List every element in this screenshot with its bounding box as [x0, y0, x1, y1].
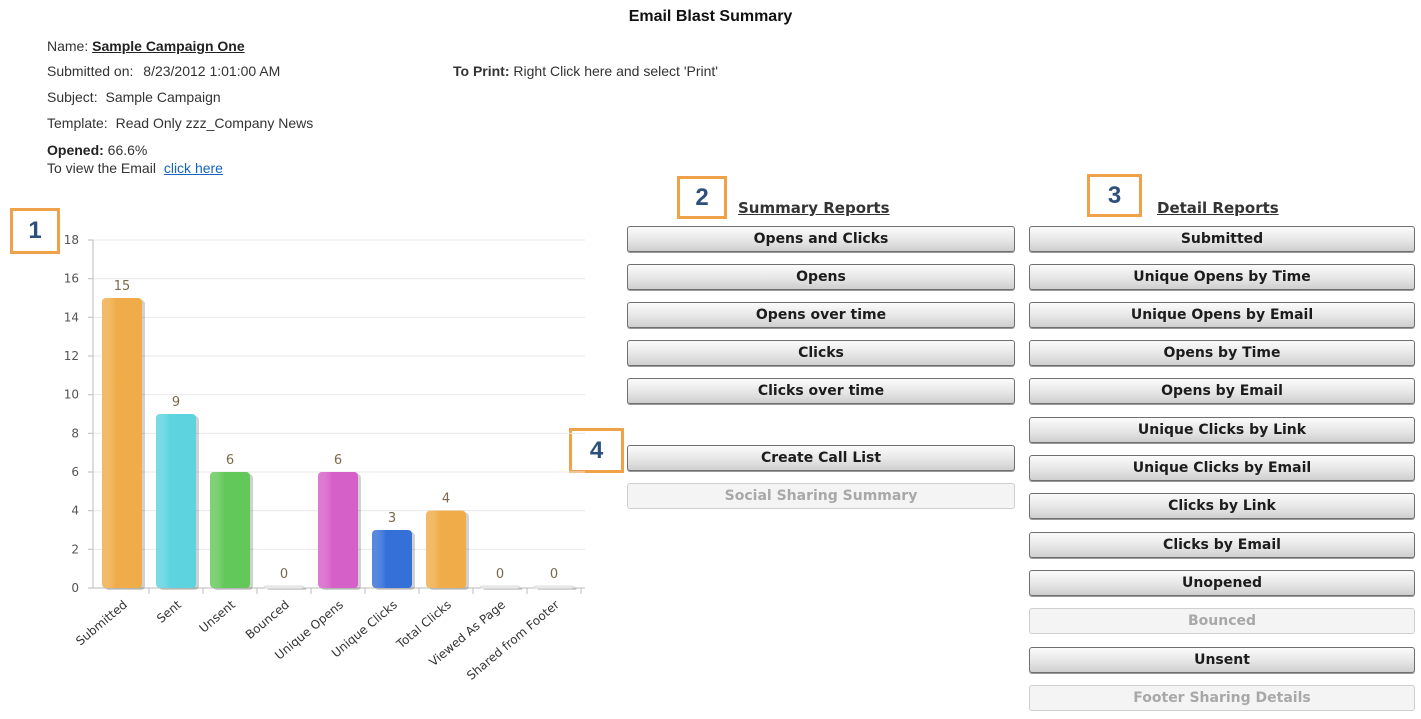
submitted-value: 8/23/2012 1:01:00 AM [143, 63, 281, 79]
bar-chart: 0 2 4 6 8 10 12 14 16 18 15 Submitted 9 Sent 6 Unsent 0 B… [64, 233, 585, 683]
clicks-over-time-button[interactable]: Clicks over time [627, 378, 1015, 404]
data-label: 4 [442, 492, 450, 507]
y-tick-label: 16 [64, 272, 79, 286]
unsent-button[interactable]: Unsent [1029, 647, 1415, 673]
detail-submitted-button[interactable]: Submitted [1029, 226, 1415, 252]
view-email-label: To view the Email [47, 160, 156, 176]
bar-viewed-as-page [479, 585, 521, 589]
opens-over-time-button[interactable]: Opens over time [627, 302, 1015, 328]
opened-row: Opened: 66.6% [47, 142, 147, 158]
print-text: Right Click here and select 'Print' [513, 63, 718, 79]
x-tick-label: Bounced [243, 598, 292, 642]
opened-label: Opened: [47, 142, 104, 158]
x-tick-label: Submitted [73, 598, 130, 649]
x-tick-label: Sent [154, 597, 184, 625]
social-sharing-summary-button: Social Sharing Summary [627, 483, 1015, 509]
y-tick-label: 10 [64, 388, 79, 402]
footer-sharing-details-button: Footer Sharing Details [1029, 685, 1415, 711]
bounced-button: Bounced [1029, 608, 1415, 634]
bar-highlight [210, 472, 250, 588]
subject-label: Subject: [47, 89, 98, 105]
template-row: Template: Read Only zzz_Company News [47, 115, 313, 131]
subject-row: Subject: Sample Campaign [47, 89, 221, 105]
data-label: 0 [550, 567, 558, 582]
y-tick-label: 14 [64, 310, 79, 324]
campaign-name-row: Name: Sample Campaign One [47, 38, 245, 54]
print-label: To Print: [453, 63, 510, 79]
data-label: 0 [496, 567, 504, 582]
campaign-name-link[interactable]: Sample Campaign One [92, 38, 244, 54]
unique-clicks-by-link-button[interactable]: Unique Clicks by Link [1029, 417, 1415, 443]
opened-value: 66.6% [107, 142, 148, 158]
y-tick-label: 12 [64, 349, 79, 363]
clicks-by-link-button[interactable]: Clicks by Link [1029, 493, 1415, 519]
opens-button[interactable]: Opens [627, 264, 1015, 290]
data-label: 9 [172, 395, 180, 410]
y-tick-label: 18 [64, 233, 79, 247]
clicks-by-email-button[interactable]: Clicks by Email [1029, 532, 1415, 558]
data-label: 15 [114, 279, 131, 294]
x-tick-label: Unsent [196, 597, 238, 635]
y-tick-label: 2 [71, 542, 79, 556]
name-label: Name: [47, 38, 89, 54]
data-label: 0 [280, 567, 288, 582]
print-hint[interactable]: To Print: Right Click here and select 'P… [453, 63, 718, 79]
bar-bounced [263, 585, 305, 589]
bar-highlight [102, 298, 142, 588]
create-call-list-button[interactable]: Create Call List [627, 445, 1015, 471]
callout-3: 3 [1087, 174, 1142, 217]
unique-clicks-by-email-button[interactable]: Unique Clicks by Email [1029, 455, 1415, 481]
template-label: Template: [47, 115, 108, 131]
subject-value: Sample Campaign [105, 89, 221, 105]
view-email-link[interactable]: click here [164, 160, 223, 176]
opens-and-clicks-button[interactable]: Opens and Clicks [627, 226, 1015, 252]
detail-reports-heading: Detail Reports [1157, 199, 1279, 217]
bar-highlight [318, 472, 358, 588]
callout-2: 2 [677, 176, 727, 219]
bar-highlight [156, 414, 196, 588]
submitted-row: Submitted on: 8/23/2012 1:01:00 AM [47, 63, 280, 79]
submitted-label: Submitted on: [47, 63, 134, 79]
y-tick-label: 0 [71, 581, 79, 595]
clicks-button[interactable]: Clicks [627, 340, 1015, 366]
y-tick-label: 4 [71, 504, 79, 518]
data-label: 3 [388, 511, 396, 526]
bar-highlight [372, 530, 412, 588]
view-email-row: To view the Email click here [47, 160, 223, 176]
unique-opens-by-time-button[interactable]: Unique Opens by Time [1029, 264, 1415, 290]
data-label: 6 [334, 453, 342, 468]
opens-by-time-button[interactable]: Opens by Time [1029, 340, 1415, 366]
bar-highlight [426, 510, 466, 588]
bar-shared-from-footer [533, 585, 575, 589]
page-title: Email Blast Summary [628, 8, 793, 25]
unique-opens-by-email-button[interactable]: Unique Opens by Email [1029, 302, 1415, 328]
y-tick-label: 8 [71, 426, 79, 440]
summary-reports-heading: Summary Reports [738, 199, 890, 217]
unopened-button[interactable]: Unopened [1029, 570, 1415, 596]
data-label: 6 [226, 453, 234, 468]
opens-by-email-button[interactable]: Opens by Email [1029, 378, 1415, 404]
template-value: Read Only zzz_Company News [115, 115, 314, 131]
y-tick-label: 6 [71, 465, 79, 479]
x-tick-label: Shared from Footer [464, 598, 562, 683]
